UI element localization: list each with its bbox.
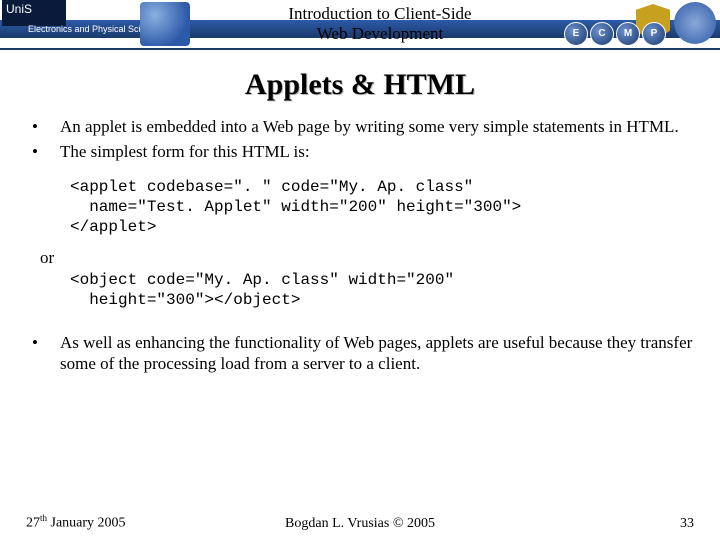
footer-copyright: Bogdan L. Vrusias © 2005 [0,516,720,532]
header-right-logos: E C M P [560,0,720,48]
course-title-line2: Web Development [317,24,444,43]
code-line: </applet> [70,218,156,236]
nav-badge: C [590,22,614,46]
bullet-marker: • [26,116,60,137]
bullet-item: • As well as enhancing the functionality… [26,332,694,375]
bullet-item: • The simplest form for this HTML is: [26,141,694,162]
bullet-marker: • [26,141,60,162]
code-line: <applet codebase=". " code="My. Ap. clas… [70,178,473,196]
nav-badge: P [642,22,666,46]
bullet-text: An applet is embedded into a Web page by… [60,116,694,137]
footer-page-number: 33 [680,516,694,532]
code-line: <object code="My. Ap. class" width="200" [70,271,454,289]
bullet-marker: • [26,332,60,375]
university-logo: UniS [2,0,66,26]
header-left-logos: UniS Electronics and Physical Sciences [0,0,200,48]
nav-badge: E [564,22,588,46]
nav-letter-badges: E C M P [560,22,720,44]
slide-footer: 27th January 2005 Bogdan L. Vrusias © 20… [0,513,720,532]
code-example-object: <object code="My. Ap. class" width="200"… [70,270,694,310]
code-example-applet: <applet codebase=". " code="My. Ap. clas… [70,177,694,237]
cube-graphic-icon [140,2,190,46]
slide-title: Applets & HTML [0,68,720,102]
nav-badge: M [616,22,640,46]
course-title: Introduction to Client-Side Web Developm… [200,4,560,43]
code-line: name="Test. Applet" width="200" height="… [70,198,521,216]
bullet-text: The simplest form for this HTML is: [60,141,694,162]
bullet-item: • An applet is embedded into a Web page … [26,116,694,137]
code-line: height="300"></object> [70,291,300,309]
slide-header: UniS Electronics and Physical Sciences I… [0,0,720,50]
course-title-line1: Introduction to Client-Side [288,4,471,23]
or-label: or [40,247,694,268]
slide-content: • An applet is embedded into a Web page … [0,116,720,374]
bullet-text: As well as enhancing the functionality o… [60,332,694,375]
